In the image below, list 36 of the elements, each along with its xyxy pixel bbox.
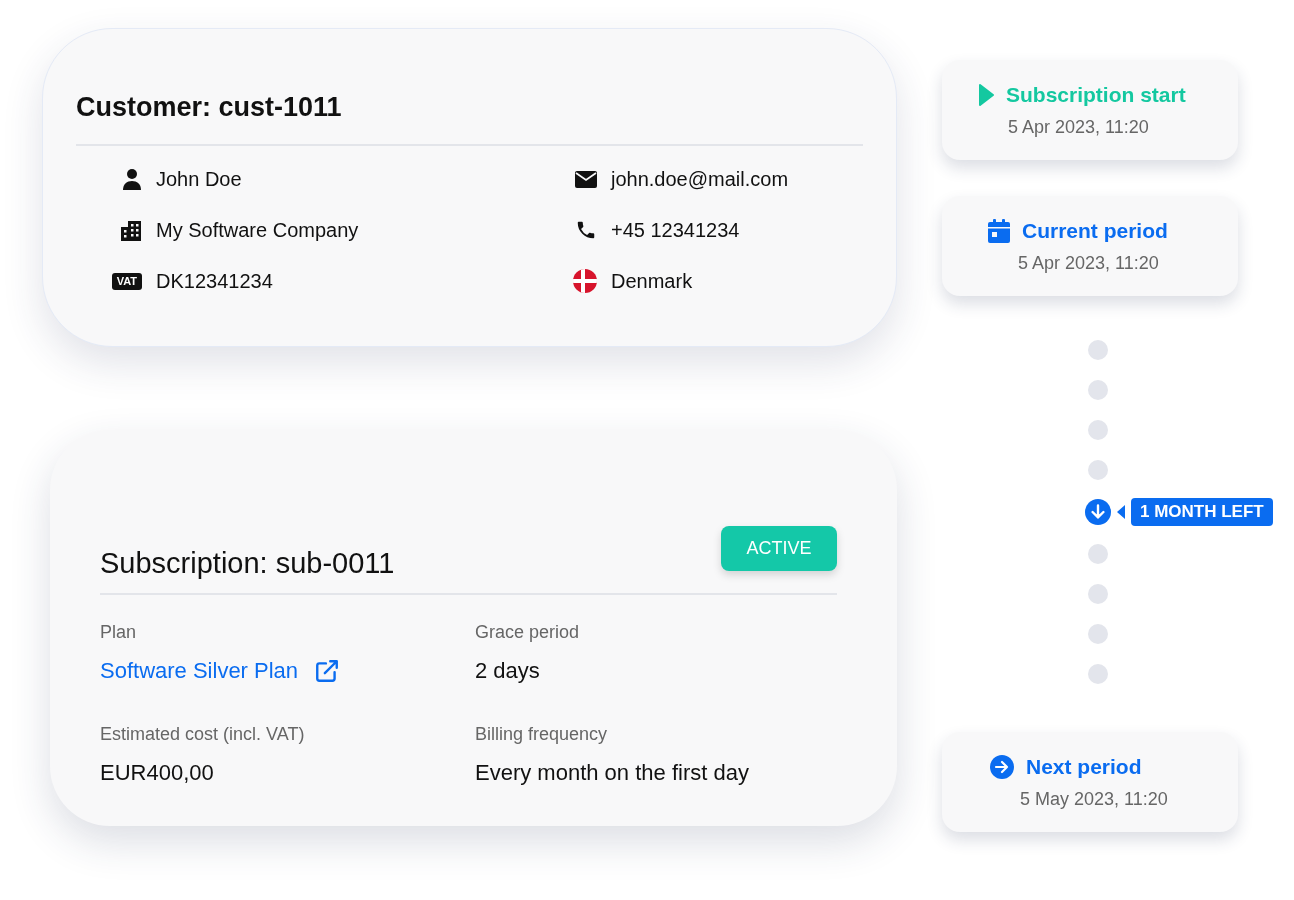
- calendar-icon: [988, 218, 1010, 243]
- event-date: 5 Apr 2023, 11:20: [1018, 252, 1160, 276]
- phone-icon: [575, 219, 597, 241]
- person-icon: [122, 168, 142, 190]
- event-title: Current period: [1022, 217, 1168, 244]
- remaining-badge: 1 MONTH LEFT: [1131, 498, 1273, 526]
- field-value: EUR400,00: [100, 759, 215, 787]
- play-icon: [978, 83, 994, 106]
- customer-detail: DK12341234: [156, 269, 273, 294]
- field-label: Plan: [100, 621, 138, 644]
- field-value: 2 days: [475, 657, 541, 685]
- field-label: Grace period: [475, 621, 581, 644]
- card-title: Subscription: sub-0011: [100, 546, 395, 581]
- event-date: 5 Apr 2023, 11:20: [1008, 116, 1150, 140]
- building-icon: [120, 219, 142, 241]
- pointer-icon: [1117, 505, 1125, 519]
- customer-detail: +45 12341234: [611, 218, 740, 243]
- customer-detail: My Software Company: [156, 218, 359, 243]
- arrow-right-circle-icon: [990, 754, 1014, 779]
- event-date: 5 May 2023, 11:20: [1020, 788, 1169, 812]
- event-title: Subscription start: [1006, 81, 1186, 108]
- customer-detail: john.doe@mail.com: [611, 167, 789, 192]
- flag-icon: [573, 269, 597, 293]
- customer-detail: Denmark: [611, 269, 693, 294]
- arrow-down-circle-icon: [1085, 499, 1111, 525]
- external-link-icon: [314, 657, 341, 684]
- customer-detail: John Doe: [156, 167, 242, 192]
- field-label: Billing frequency: [475, 723, 609, 746]
- card-title: Customer: cust-1011: [76, 91, 343, 124]
- status-badge: ACTIVE: [721, 526, 837, 571]
- vat-badge: VAT: [111, 272, 142, 290]
- plan-link[interactable]: Software Silver Plan: [100, 654, 341, 687]
- event-title: Next period: [1026, 753, 1142, 780]
- envelope-icon: [575, 170, 597, 188]
- field-label: Estimated cost (incl. VAT): [100, 723, 306, 746]
- field-value: Every month on the first day: [475, 759, 750, 787]
